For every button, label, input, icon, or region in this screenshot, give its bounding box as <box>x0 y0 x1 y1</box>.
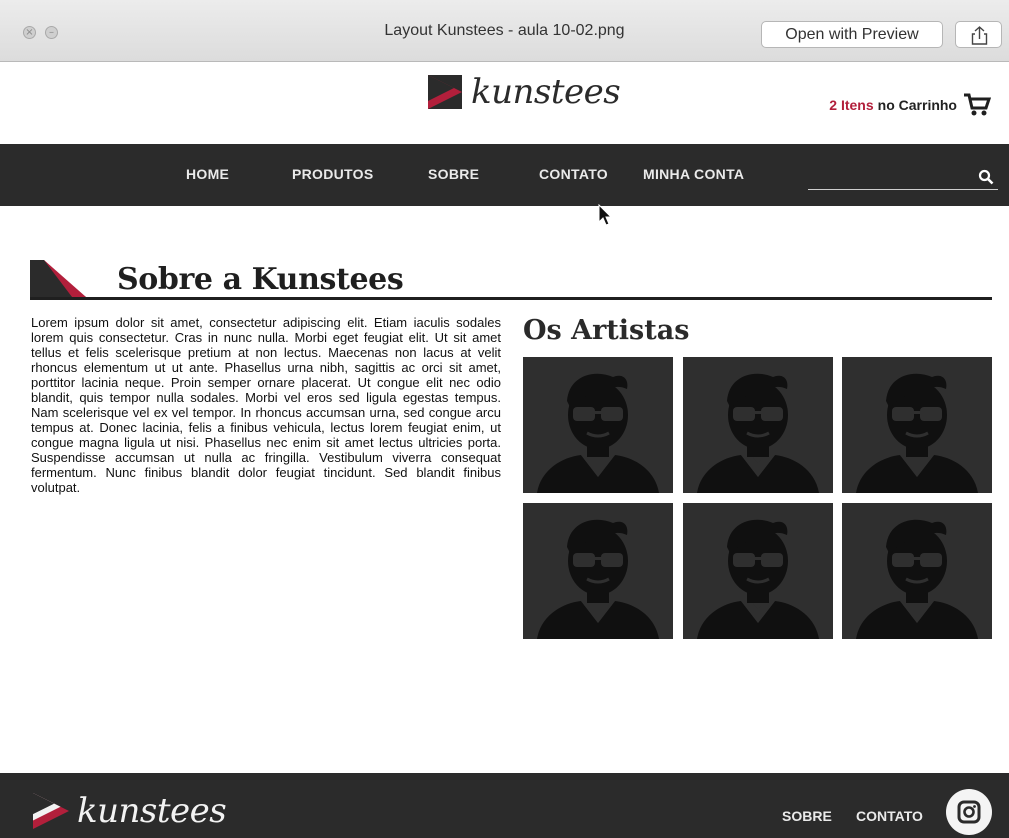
artist-avatar-icon <box>842 357 992 493</box>
nav-item-sobre[interactable]: SOBRE <box>428 166 479 182</box>
nav-search <box>808 164 998 190</box>
site-footer: kunstees SOBRE CONTATO <box>0 773 1009 838</box>
search-icon[interactable] <box>978 169 994 185</box>
share-icon <box>971 26 988 45</box>
cart-label: no Carrinho <box>877 97 957 113</box>
mouse-cursor-icon <box>598 204 613 226</box>
cart-icon <box>964 93 991 116</box>
window-titlebar: × – Layout Kunstees - aula 10-02.png Ope… <box>0 0 1009 62</box>
main-nav: HOME PRODUTOS SOBRE CONTATO MINHA CONTA <box>0 144 1009 206</box>
artists-title: Os Artistas <box>523 315 690 346</box>
artist-avatar-icon <box>523 357 673 493</box>
nav-item-produtos[interactable]: PRODUTOS <box>292 166 374 182</box>
artist-card[interactable] <box>683 357 833 493</box>
logo-text: kunstees <box>471 72 621 112</box>
artist-avatar-icon <box>842 503 992 639</box>
artist-avatar-icon <box>683 503 833 639</box>
artist-card[interactable] <box>842 357 992 493</box>
artist-avatar-icon <box>683 357 833 493</box>
site-header: kunstees 2 Itens no Carrinho <box>0 62 1009 144</box>
instagram-icon <box>957 800 981 824</box>
search-input[interactable] <box>808 164 968 188</box>
site-logo[interactable]: kunstees <box>428 72 621 112</box>
footer-link-contato[interactable]: CONTATO <box>856 808 923 824</box>
window-minimize-icon[interactable]: – <box>45 26 58 39</box>
about-title: Sobre a Kunstees <box>117 262 404 297</box>
artist-card[interactable] <box>523 357 673 493</box>
cart-count: 2 Itens <box>829 97 874 113</box>
section-mark-icon <box>30 260 86 297</box>
about-text: Lorem ipsum dolor sit amet, consectetur … <box>31 315 501 495</box>
section-divider <box>30 297 992 300</box>
footer-logo[interactable]: kunstees <box>33 791 227 831</box>
nav-item-home[interactable]: HOME <box>186 166 229 182</box>
open-with-preview-button[interactable]: Open with Preview <box>761 21 943 48</box>
window-close-icon[interactable]: × <box>23 26 36 39</box>
share-button[interactable] <box>955 21 1002 48</box>
artist-avatar-icon <box>523 503 673 639</box>
artist-card[interactable] <box>523 503 673 639</box>
nav-item-minha-conta[interactable]: MINHA CONTA <box>643 166 744 182</box>
artist-card[interactable] <box>683 503 833 639</box>
logo-mark-icon <box>428 75 462 109</box>
cart-link[interactable]: 2 Itens no Carrinho <box>829 92 991 118</box>
footer-link-sobre[interactable]: SOBRE <box>782 808 832 824</box>
footer-logo-text: kunstees <box>77 791 227 831</box>
nav-item-contato[interactable]: CONTATO <box>539 166 608 182</box>
artist-card[interactable] <box>842 503 992 639</box>
instagram-button[interactable] <box>946 789 992 835</box>
logo-mark-icon <box>33 793 69 829</box>
